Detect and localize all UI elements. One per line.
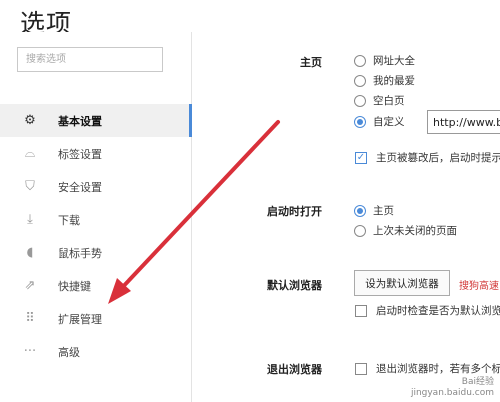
sidebar-item-mouse-gestures[interactable]: ◖ 鼠标手势 <box>0 236 191 269</box>
sidebar-item-security-settings[interactable]: ⛉ 安全设置 <box>0 170 191 203</box>
radio-label: 空白页 <box>373 95 405 107</box>
radio-label: 主页 <box>373 205 394 217</box>
checkbox[interactable] <box>355 304 367 317</box>
watermark-line2: jingyan.baidu.com <box>410 388 494 398</box>
sidebar-item-label: 安全设置 <box>58 180 102 194</box>
checkbox-label: 启动时检查是否为默认浏览 <box>376 305 500 317</box>
sidebar-item-extensions[interactable]: ⠿ 扩展管理 <box>0 302 191 335</box>
radio-button[interactable] <box>354 54 366 67</box>
exit-browser-check[interactable]: 退出浏览器时，若有多个标签 <box>355 361 500 376</box>
checkbox-label: 主页被篡改后，启动时提示 <box>376 152 500 164</box>
radio-button[interactable] <box>354 74 366 87</box>
homepage-option-favorites[interactable]: 我的最爱 <box>354 73 415 88</box>
sidebar-item-label: 鼠标手势 <box>58 246 102 260</box>
homepage-option-custom[interactable]: 自定义 <box>354 114 405 129</box>
sidebar-item-label: 标签设置 <box>58 147 102 161</box>
more-icon: ··· <box>23 344 37 359</box>
default-browser-warning: 搜狗高速 <box>459 281 499 292</box>
sidebar-item-basic-settings[interactable]: ⚙ 基本设置 <box>0 104 192 137</box>
tab-icon: ⌓ <box>24 146 36 161</box>
startup-option-homepage[interactable]: 主页 <box>354 203 394 218</box>
sidebar-nav: ⚙ 基本设置 ⌓ 标签设置 ⛉ 安全设置 ⤓ 下载 ◖ 鼠标手势 ⇗ 快捷键 ⠿… <box>0 104 192 368</box>
checkbox-label: 退出浏览器时，若有多个标签 <box>376 363 500 375</box>
homepage-tamper-check[interactable]: ✓ 主页被篡改后，启动时提示 <box>355 150 500 165</box>
default-browser-startup-check[interactable]: 启动时检查是否为默认浏览 <box>355 303 500 318</box>
settings-content: 主页 网址大全 我的最爱 空白页 自定义 ✓ 主页被篡改后，启动时提示 启动时打… <box>192 32 500 402</box>
shortcut-icon: ⇗ <box>24 278 36 293</box>
radio-button[interactable] <box>354 224 366 237</box>
radio-button-selected[interactable] <box>354 204 366 217</box>
checkbox-checked[interactable]: ✓ <box>355 151 367 164</box>
radio-label: 自定义 <box>373 116 405 128</box>
radio-button-selected[interactable] <box>354 115 366 128</box>
search-input[interactable] <box>17 47 163 72</box>
gear-icon: ⚙ <box>24 113 36 128</box>
sidebar-item-download[interactable]: ⤓ 下载 <box>0 203 191 236</box>
watermark: Bai经验 jingyan.baidu.com <box>411 377 494 399</box>
shield-icon: ⛉ <box>25 179 35 194</box>
sidebar-item-label: 扩展管理 <box>58 312 102 326</box>
homepage-url-input[interactable] <box>427 110 500 134</box>
homepage-label: 主页 <box>300 56 322 69</box>
sidebar-item-label: 快捷键 <box>58 279 91 293</box>
sidebar-item-label: 基本设置 <box>58 114 102 128</box>
default-browser-label: 默认浏览器 <box>267 279 322 292</box>
startup-option-last-session[interactable]: 上次未关闭的页面 <box>354 223 457 238</box>
radio-label: 我的最爱 <box>373 75 415 87</box>
sidebar-item-tab-settings[interactable]: ⌓ 标签设置 <box>0 137 191 170</box>
extensions-icon: ⠿ <box>25 311 35 326</box>
sidebar-item-shortcuts[interactable]: ⇗ 快捷键 <box>0 269 191 302</box>
watermark-line1: Bai经验 <box>461 377 494 387</box>
download-icon: ⤓ <box>27 212 33 227</box>
homepage-option-url-directory[interactable]: 网址大全 <box>354 53 415 68</box>
startup-label: 启动时打开 <box>267 205 322 218</box>
sidebar: ⚙ 基本设置 ⌓ 标签设置 ⛉ 安全设置 ⤓ 下载 ◖ 鼠标手势 ⇗ 快捷键 ⠿… <box>0 32 192 402</box>
homepage-option-blank[interactable]: 空白页 <box>354 93 405 108</box>
radio-label: 上次未关闭的页面 <box>373 225 457 237</box>
sidebar-item-label: 下载 <box>58 213 80 227</box>
radio-label: 网址大全 <box>373 55 415 67</box>
checkbox[interactable] <box>355 362 367 375</box>
sidebar-item-advanced[interactable]: ··· 高级 <box>0 335 191 368</box>
sidebar-item-label: 高级 <box>58 345 80 359</box>
exit-browser-label: 退出浏览器 <box>267 363 322 376</box>
radio-button[interactable] <box>354 94 366 107</box>
set-default-browser-button[interactable]: 设为默认浏览器 <box>354 270 450 296</box>
mouse-icon: ◖ <box>26 245 34 260</box>
